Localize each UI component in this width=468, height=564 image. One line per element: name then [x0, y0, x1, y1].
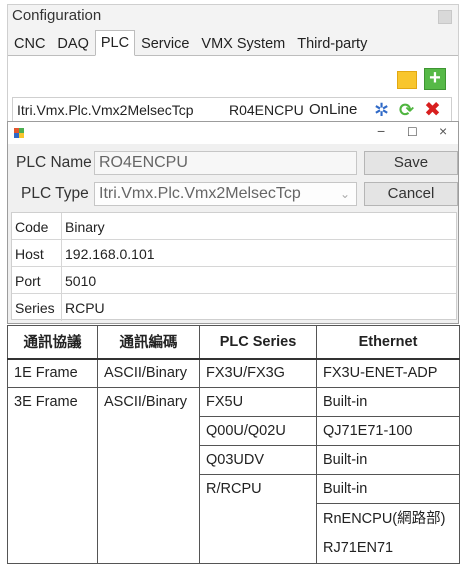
device-status: OnLine	[309, 101, 358, 118]
folder-icon[interactable]	[397, 71, 417, 89]
minimize-button[interactable]: −	[377, 123, 385, 139]
window-title: Configuration	[12, 7, 102, 24]
table-cell: Q00U/Q02U	[199, 416, 317, 446]
gear-icon[interactable]: ✲	[371, 100, 392, 121]
ethernet-line: RnENCPU(網路部)	[323, 510, 446, 527]
table-cell	[7, 416, 98, 446]
close-button[interactable]: ×	[439, 123, 447, 139]
plc-tab-panel: + Itri.Vmx.Plc.Vmx2MelsecTcp R04ENCPU On…	[8, 55, 458, 125]
configuration-window: Configuration CNC DAQ PLC Service VMX Sy…	[7, 4, 459, 126]
table-cell	[97, 416, 200, 446]
property-value[interactable]: RCPU	[65, 300, 105, 316]
plc-type-value: Itri.Vmx.Plc.Vmx2MelsecTcp	[99, 185, 301, 202]
property-value[interactable]: 5010	[65, 273, 96, 289]
chevron-down-icon: ⌄	[339, 187, 350, 201]
column-divider	[61, 267, 62, 294]
plc-name-value: RO4ENCPU	[99, 154, 188, 171]
tab-bar: CNC DAQ PLC Service VMX System Third-par…	[8, 30, 373, 56]
table-cell: Built-in	[316, 474, 460, 504]
table-cell: 1E Frame	[7, 358, 98, 388]
table-cell: FX3U/FX3G	[199, 358, 317, 388]
table-cell: 3E Frame	[7, 387, 98, 417]
window-close-button[interactable]	[438, 10, 452, 24]
property-key: Series	[15, 300, 55, 316]
table-cell: Built-in	[316, 445, 460, 475]
table-cell: ASCII/Binary	[97, 387, 200, 417]
column-divider	[61, 294, 62, 321]
property-row[interactable]: Port 5010	[12, 267, 456, 294]
tab-third-party[interactable]: Third-party	[291, 32, 373, 56]
table-cell: RnENCPU(網路部) RJ71EN71	[316, 503, 460, 564]
plc-support-table: 通訊協議 通訊編碼 PLC Series Ethernet 1E Frame A…	[7, 325, 460, 564]
table-row: Q00U/Q02U QJ71E71-100	[7, 416, 460, 446]
header-ethernet: Ethernet	[316, 325, 460, 360]
device-model: R04ENCPU	[229, 102, 304, 118]
tab-service[interactable]: Service	[135, 32, 195, 56]
property-grid: Code Binary Host 192.168.0.101 Port 5010…	[11, 212, 457, 321]
property-row[interactable]: Host 192.168.0.101	[12, 240, 456, 267]
add-icon[interactable]: +	[424, 68, 446, 90]
refresh-icon[interactable]: ⟳	[396, 100, 417, 121]
property-value[interactable]: 192.168.0.101	[65, 246, 155, 262]
table-cell	[7, 445, 98, 475]
table-cell	[97, 445, 200, 475]
property-key: Host	[15, 246, 44, 262]
plc-type-select[interactable]: Itri.Vmx.Plc.Vmx2MelsecTcp ⌄	[94, 182, 357, 206]
property-row[interactable]: Code Binary	[12, 213, 456, 240]
save-button[interactable]: Save	[364, 151, 458, 175]
tab-daq[interactable]: DAQ	[51, 32, 94, 56]
plc-type-label: PLC Type	[21, 185, 89, 202]
table-cell: ASCII/Binary	[97, 358, 200, 388]
table-cell	[7, 474, 98, 564]
plc-device-row[interactable]: Itri.Vmx.Plc.Vmx2MelsecTcp R04ENCPU OnLi…	[12, 97, 452, 123]
header-protocol: 通訊協議	[7, 325, 98, 360]
table-row: Q03UDV Built-in	[7, 445, 460, 475]
table-cell: FX5U	[199, 387, 317, 417]
dialog-titlebar: − ☐ ×	[8, 122, 458, 144]
table-cell: R/RCPU	[199, 474, 317, 564]
table-row: 1E Frame ASCII/Binary FX3U/FX3G FX3U-ENE…	[7, 358, 460, 388]
tab-cnc[interactable]: CNC	[8, 32, 51, 56]
header-encoding: 通訊編碼	[97, 325, 200, 360]
tab-vmx-system[interactable]: VMX System	[195, 32, 291, 56]
table-cell: Q03UDV	[199, 445, 317, 475]
column-divider	[61, 213, 62, 240]
table-cell: QJ71E71-100	[316, 416, 460, 446]
plc-name-label: PLC Name	[16, 154, 92, 171]
property-row[interactable]: Series RCPU	[12, 294, 456, 321]
plc-name-input[interactable]: RO4ENCPU	[94, 151, 357, 175]
property-value[interactable]: Binary	[65, 219, 105, 235]
maximize-button[interactable]: ☐	[407, 125, 418, 139]
ethernet-line: RJ71EN71	[323, 539, 394, 556]
plc-edit-dialog: − ☐ × PLC Name RO4ENCPU Save PLC Type It…	[7, 121, 459, 324]
delete-icon[interactable]: ✖	[422, 100, 443, 121]
table-cell	[97, 474, 200, 564]
device-driver: Itri.Vmx.Plc.Vmx2MelsecTcp	[17, 102, 194, 118]
table-header-row: 通訊協議 通訊編碼 PLC Series Ethernet	[7, 325, 460, 360]
tab-plc[interactable]: PLC	[94, 30, 136, 56]
table-cell: Built-in	[316, 387, 460, 417]
cancel-button[interactable]: Cancel	[364, 182, 458, 206]
table-row: R/RCPU Built-in	[7, 474, 460, 564]
table-row: 3E Frame ASCII/Binary FX5U Built-in	[7, 387, 460, 417]
property-key: Port	[15, 273, 41, 289]
app-icon	[14, 128, 24, 138]
property-key: Code	[15, 219, 49, 235]
header-plc-series: PLC Series	[199, 325, 317, 360]
table-cell: FX3U-ENET-ADP	[316, 358, 460, 388]
column-divider	[61, 240, 62, 267]
